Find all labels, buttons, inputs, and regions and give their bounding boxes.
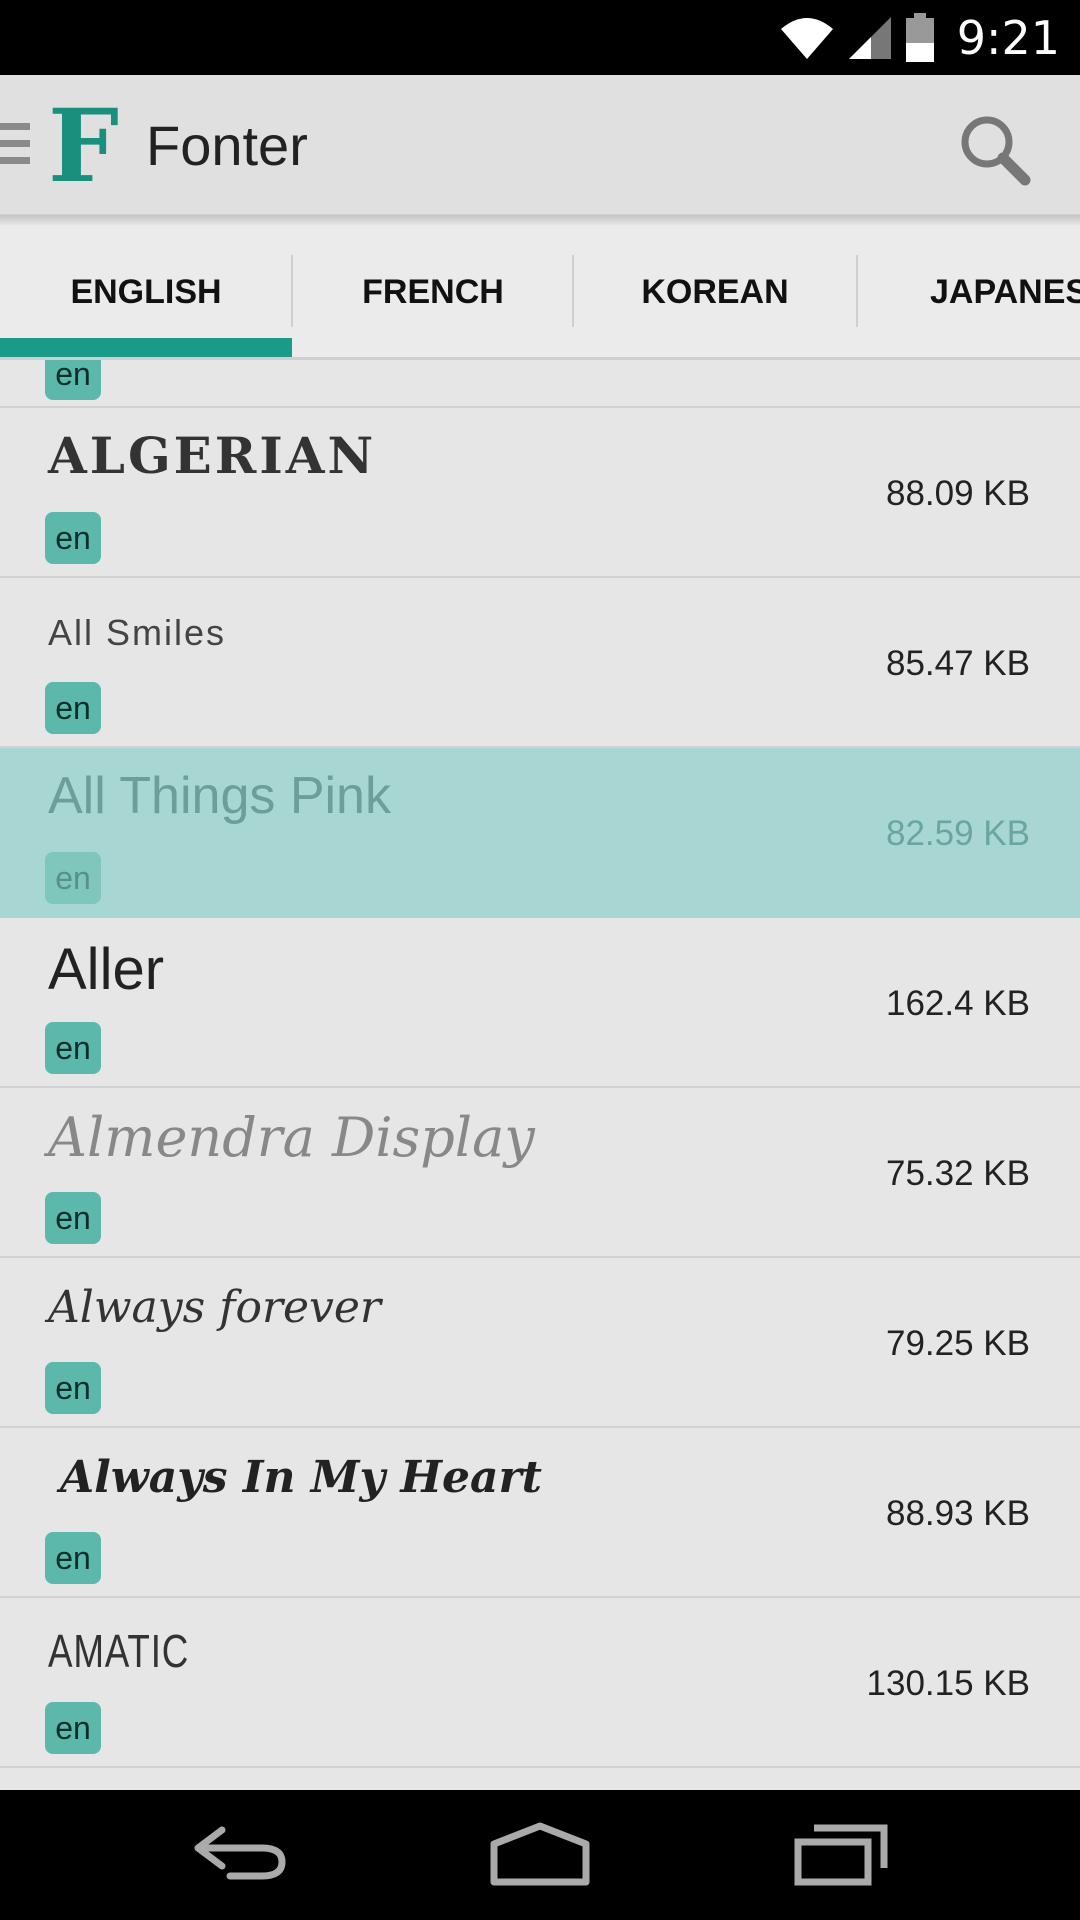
tab-korean[interactable]: KOREAN [574, 225, 856, 357]
language-badge: en [45, 682, 101, 734]
status-bar: 9:21 [0, 0, 1080, 75]
font-list: en ALGERIAN en 88.09 KB All Smiles en 85… [0, 360, 1080, 1790]
language-tabs: ENGLISH FRENCH KOREAN JAPANESE [0, 225, 1080, 360]
language-badge: en [45, 512, 101, 564]
list-item-partial[interactable]: en [0, 360, 1080, 408]
file-size: 88.09 KB [886, 474, 1030, 513]
list-item[interactable]: Almendra Display en 75.32 KB [0, 1088, 1080, 1258]
font-name: All Things Pink [48, 767, 391, 825]
drawer-menu-icon[interactable] [0, 123, 30, 167]
language-badge: en [45, 360, 101, 400]
list-item[interactable]: Always In My Heart en 88.93 KB [0, 1428, 1080, 1598]
list-item[interactable]: AMATIC en 130.15 KB [0, 1598, 1080, 1768]
recent-apps-icon[interactable] [792, 1820, 892, 1890]
font-name: Always In My Heart [60, 1452, 542, 1503]
list-item-selected[interactable]: All Things Pink en 82.59 KB [0, 748, 1080, 918]
list-item[interactable]: Always forever en 79.25 KB [0, 1258, 1080, 1428]
list-item[interactable]: All Smiles en 85.47 KB [0, 578, 1080, 748]
file-size: 75.32 KB [886, 1154, 1030, 1193]
status-time: 9:21 [956, 10, 1060, 65]
battery-icon [905, 12, 934, 62]
tab-selected-indicator [0, 338, 292, 357]
font-name: All Smiles [48, 612, 227, 653]
font-name: Aller [48, 937, 165, 1002]
tab-japanese[interactable]: JAPANESE [858, 225, 1080, 357]
language-badge: en [45, 1702, 101, 1754]
file-size: 82.59 KB [886, 814, 1030, 853]
search-icon[interactable] [955, 110, 1035, 190]
app-logo[interactable]: F [46, 95, 126, 191]
file-size: 130.15 KB [866, 1664, 1030, 1703]
language-badge: en [45, 1192, 101, 1244]
font-name: ALGERIAN [48, 426, 377, 485]
home-icon[interactable] [488, 1820, 592, 1890]
app-title: Fonter [146, 114, 308, 177]
wifi-icon [780, 17, 833, 59]
file-size: 79.25 KB [886, 1324, 1030, 1363]
app-bar: F Fonter [0, 75, 1080, 215]
file-size: 162.4 KB [886, 984, 1030, 1023]
cell-signal-icon [848, 16, 891, 59]
font-name: AMATIC [48, 1625, 190, 1677]
navigation-bar [0, 1790, 1080, 1920]
file-size: 88.93 KB [886, 1494, 1030, 1533]
list-item[interactable]: ALGERIAN en 88.09 KB [0, 408, 1080, 578]
status-icons: 9:21 [779, 0, 1060, 75]
font-name: Almendra Display [48, 1106, 535, 1169]
app-bar-shadow [0, 215, 1080, 225]
list-item[interactable]: Aller en 162.4 KB [0, 918, 1080, 1088]
tab-french[interactable]: FRENCH [293, 225, 573, 357]
svg-text:F: F [48, 95, 119, 191]
language-badge: en [45, 1362, 101, 1414]
font-name: Always forever [48, 1282, 381, 1333]
language-badge: en [45, 852, 101, 904]
language-badge: en [45, 1532, 101, 1584]
file-size: 85.47 KB [886, 644, 1030, 683]
language-badge: en [45, 1022, 101, 1074]
back-icon[interactable] [190, 1820, 290, 1890]
